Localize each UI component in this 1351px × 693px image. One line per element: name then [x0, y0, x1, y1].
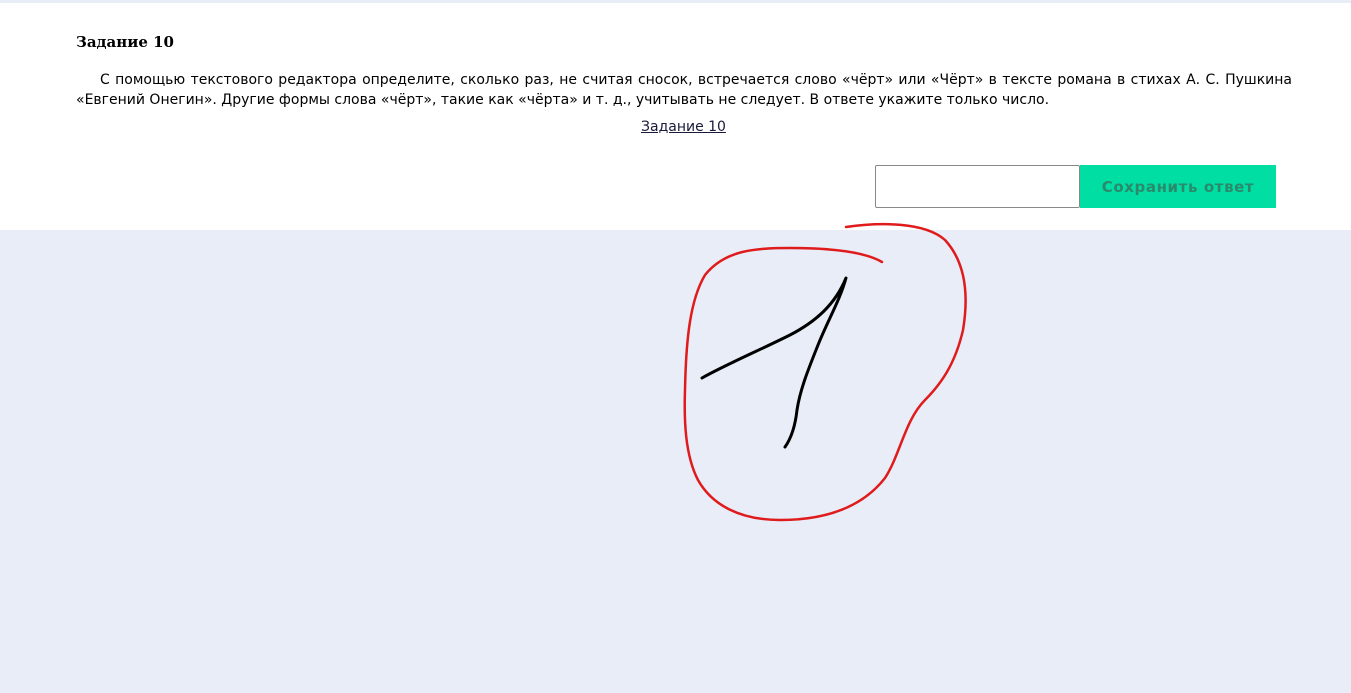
task-title: Задание 10 — [76, 33, 174, 51]
task-text: С помощью текстового редактора определит… — [76, 72, 1292, 108]
save-answer-button[interactable]: Сохранить ответ — [1080, 165, 1276, 208]
answer-input[interactable] — [875, 165, 1080, 208]
task-card: Задание 10 С помощью текстового редактор… — [0, 3, 1351, 230]
handwritten-digit-one — [700, 276, 848, 449]
task-file-link[interactable]: Задание 10 — [0, 119, 1351, 135]
red-circle-scribble — [683, 222, 967, 522]
